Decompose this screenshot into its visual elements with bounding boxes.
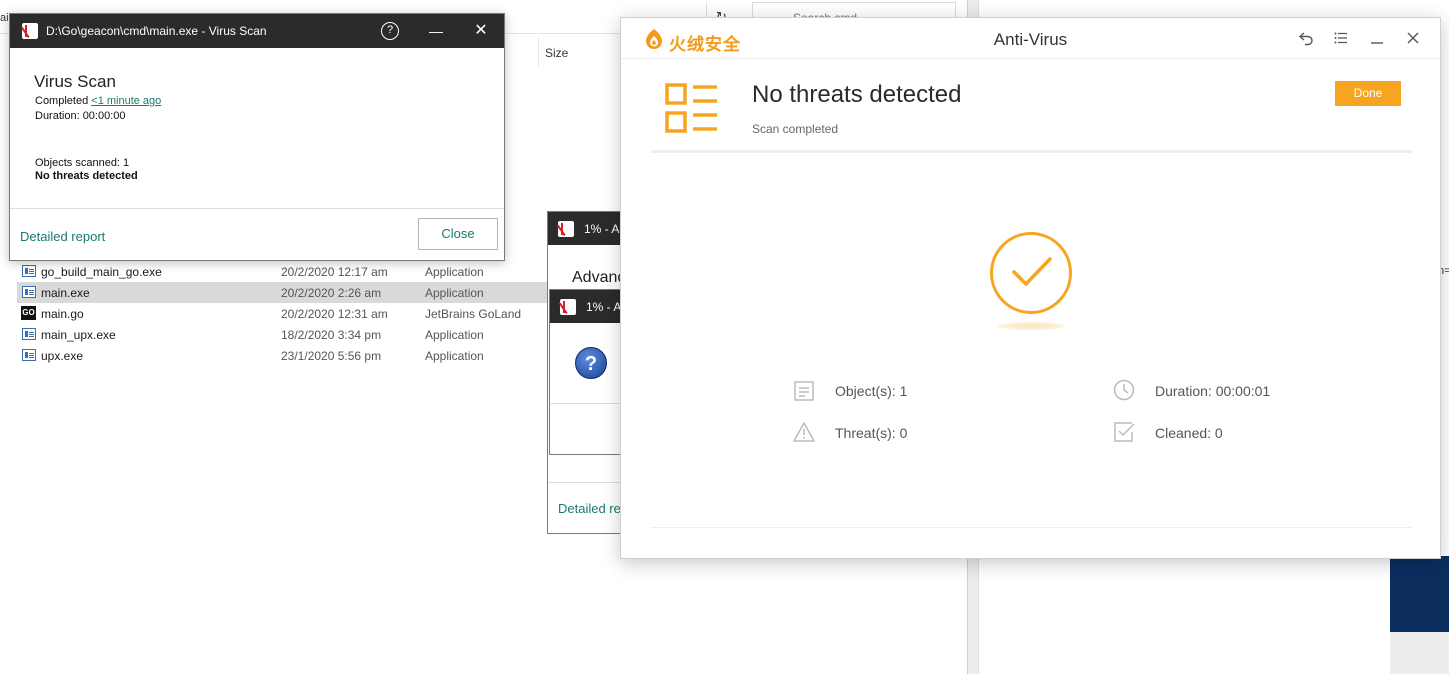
result-headline: No threats detected: [752, 81, 962, 108]
window-title: Anti-Virus: [993, 30, 1068, 49]
detailed-report-link[interactable]: Detailed re: [558, 501, 621, 516]
file-date: 20/2/2020 12:17 am: [281, 265, 388, 279]
section-heading: Advanc: [572, 269, 626, 286]
checkbox-icon: [1114, 422, 1135, 442]
help-icon[interactable]: ?: [381, 22, 399, 40]
exe-icon: [22, 328, 36, 340]
file-name: go_build_main_go.exe: [41, 265, 162, 279]
dialog-titlebar[interactable]: D:\Go\geacon\cmd\main.exe - Virus Scan ?…: [10, 14, 504, 48]
anti-virus-window: 火绒安全 Anti-Virus No threats detected Scan…: [620, 17, 1441, 559]
file-row[interactable]: go_build_main_go.exe 20/2/2020 12:17 am …: [17, 261, 547, 282]
file-name: upx.exe: [41, 349, 84, 363]
file-row-selected[interactable]: main.exe 20/2/2020 2:26 am Application: [17, 282, 547, 303]
objects-stat: Object(s): 1: [835, 383, 908, 399]
file-type: Application: [425, 328, 484, 342]
kaspersky-logo-icon: [22, 23, 38, 39]
done-button[interactable]: Done: [1335, 81, 1401, 106]
file-row[interactable]: upx.exe 23/1/2020 5:56 pm Application: [17, 345, 547, 366]
file-type: JetBrains GoLand: [425, 307, 522, 321]
result-subtitle: Scan completed: [752, 122, 839, 136]
file-name: main.exe: [41, 286, 90, 300]
summary-divider: [651, 150, 1412, 153]
report-list-icon: [665, 83, 717, 133]
check-shadow: [997, 322, 1065, 330]
detailed-report-link[interactable]: Detailed report: [20, 229, 105, 244]
minimize-icon[interactable]: —: [427, 22, 445, 40]
result-text: No threats detected: [35, 170, 138, 182]
column-divider[interactable]: [538, 38, 539, 66]
file-name: main.go: [41, 307, 84, 321]
kaspersky-logo-icon: [560, 299, 576, 315]
exe-icon: [22, 286, 36, 298]
completed-time-link[interactable]: <1 minute ago: [91, 95, 161, 107]
exe-icon: [22, 349, 36, 361]
dialog-footer: Detailed report Close: [10, 208, 504, 261]
dialog-title: D:\Go\geacon\cmd\main.exe - Virus Scan: [46, 24, 267, 38]
cleaned-stat: Cleaned: 0: [1155, 425, 1223, 441]
duration-text: Duration: 00:00:00: [35, 110, 126, 122]
close-icon[interactable]: [1404, 30, 1422, 48]
exe-icon: [22, 265, 36, 277]
file-name: main_upx.exe: [41, 328, 116, 342]
back-icon[interactable]: [1297, 30, 1315, 48]
minimize-icon[interactable]: [1368, 30, 1386, 48]
file-date: 18/2/2020 3:34 pm: [281, 328, 382, 342]
file-date: 20/2/2020 12:31 am: [281, 307, 388, 321]
duration-stat: Duration: 00:00:01: [1155, 383, 1271, 399]
file-type: Application: [425, 265, 484, 279]
go-file-icon: GO: [21, 306, 36, 320]
objects-scanned-text: Objects scanned: 1: [35, 157, 130, 169]
threats-stat: Threat(s): 0: [835, 425, 908, 441]
success-check-icon: [990, 232, 1072, 314]
menu-icon[interactable]: [1332, 30, 1350, 48]
question-icon: ?: [575, 347, 607, 379]
scan-heading: Virus Scan: [34, 72, 116, 91]
column-header-size[interactable]: Size: [545, 46, 568, 60]
warning-icon: [793, 422, 815, 442]
header-divider: [621, 58, 1440, 59]
kaspersky-logo-icon: [558, 221, 574, 237]
file-row[interactable]: main_upx.exe 18/2/2020 3:34 pm Applicati…: [17, 324, 547, 345]
file-type: Application: [425, 286, 484, 300]
completed-label: Completed: [35, 95, 89, 107]
close-icon[interactable]: ✕: [472, 22, 490, 40]
close-button[interactable]: Close: [418, 218, 498, 250]
footer-divider: [651, 527, 1412, 528]
desktop-background: [1390, 556, 1449, 632]
document-icon: [794, 381, 814, 401]
file-type: Application: [425, 349, 484, 363]
file-date: 20/2/2020 2:26 am: [281, 286, 382, 300]
file-row[interactable]: GO main.go 20/2/2020 12:31 am JetBrains …: [17, 303, 547, 324]
file-date: 23/1/2020 5:56 pm: [281, 349, 382, 363]
virus-scan-dialog: D:\Go\geacon\cmd\main.exe - Virus Scan ?…: [9, 13, 505, 261]
clock-icon: [1113, 379, 1135, 401]
completed-line: Completed <1 minute ago: [35, 95, 161, 107]
